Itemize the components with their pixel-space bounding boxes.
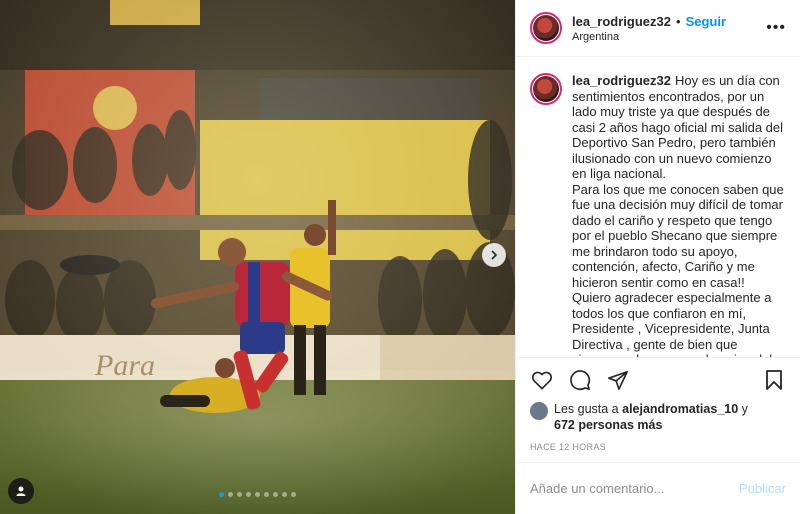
carousel-dot <box>219 492 224 497</box>
action-bar <box>516 357 800 401</box>
carousel-dot <box>282 492 287 497</box>
liker-username[interactable]: alejandromatias_10 <box>622 402 738 416</box>
post-photo[interactable]: Para <box>0 0 515 514</box>
svg-text:Para: Para <box>94 349 155 382</box>
publish-button[interactable]: Publicar <box>739 481 786 496</box>
more-horizontal-icon[interactable]: ••• <box>766 19 786 37</box>
bookmark-icon <box>766 369 782 390</box>
carousel-dot <box>255 492 260 497</box>
likes-prefix: Les gusta a <box>554 402 619 416</box>
separator-dot: • <box>676 13 681 29</box>
heart-icon <box>532 371 552 389</box>
carousel-dot <box>264 492 269 497</box>
carousel-dot <box>291 492 296 497</box>
caption-username[interactable]: lea_rodriguez32 <box>572 73 671 88</box>
post-side-panel: lea_rodriguez32 • Seguir Argentina ••• l… <box>515 0 800 514</box>
comment-input[interactable] <box>530 481 740 496</box>
share-button[interactable] <box>606 368 630 392</box>
caption-section: lea_rodriguez32 Hoy es un día con sentimi… <box>516 57 800 357</box>
carousel-dot <box>246 492 251 497</box>
comment-box: Publicar <box>516 462 800 514</box>
carousel-next-button[interactable] <box>482 243 506 267</box>
post-caption: lea_rodriguez32 Hoy es un día con sentimi… <box>572 73 786 357</box>
post-location[interactable]: Argentina <box>572 31 726 43</box>
likes-summary: Les gusta a alejandromatias_10 y 672 per… <box>516 401 800 441</box>
football-celebration-photo: Para <box>0 0 515 514</box>
post-timestamp[interactable]: HACE 12 HORAS <box>516 442 800 462</box>
carousel-dot <box>273 492 278 497</box>
post-header: lea_rodriguez32 • Seguir Argentina ••• <box>516 0 800 57</box>
author-avatar[interactable] <box>530 12 562 44</box>
comment-icon <box>570 369 591 390</box>
likes-joiner: y <box>741 402 748 416</box>
send-icon <box>608 370 628 390</box>
caption-author-avatar[interactable] <box>530 73 562 105</box>
likes-others-count[interactable]: 672 personas más <box>554 418 662 432</box>
user-tag-button[interactable] <box>8 478 34 504</box>
author-username[interactable]: lea_rodriguez32 <box>572 14 671 29</box>
liker-avatar[interactable] <box>530 402 548 420</box>
carousel-dot <box>228 492 233 497</box>
follow-button[interactable]: Seguir <box>686 14 726 29</box>
save-button[interactable] <box>762 368 786 392</box>
caption-paragraph: Para los que me conocen saben que fue un… <box>572 181 784 290</box>
like-button[interactable] <box>530 368 554 392</box>
comment-button[interactable] <box>568 368 592 392</box>
instagram-post: Para lea_rodriguez32 • Seguir Argentina … <box>0 0 800 514</box>
caption-paragraph: Quiero agradecer especialmente a todos l… <box>572 290 772 357</box>
carousel-dot <box>237 492 242 497</box>
caption-paragraph: lea_rodriguez32 Hoy es un día con sentimi… <box>572 73 784 181</box>
chevron-right-icon <box>491 250 498 260</box>
carousel-indicator <box>0 492 515 497</box>
